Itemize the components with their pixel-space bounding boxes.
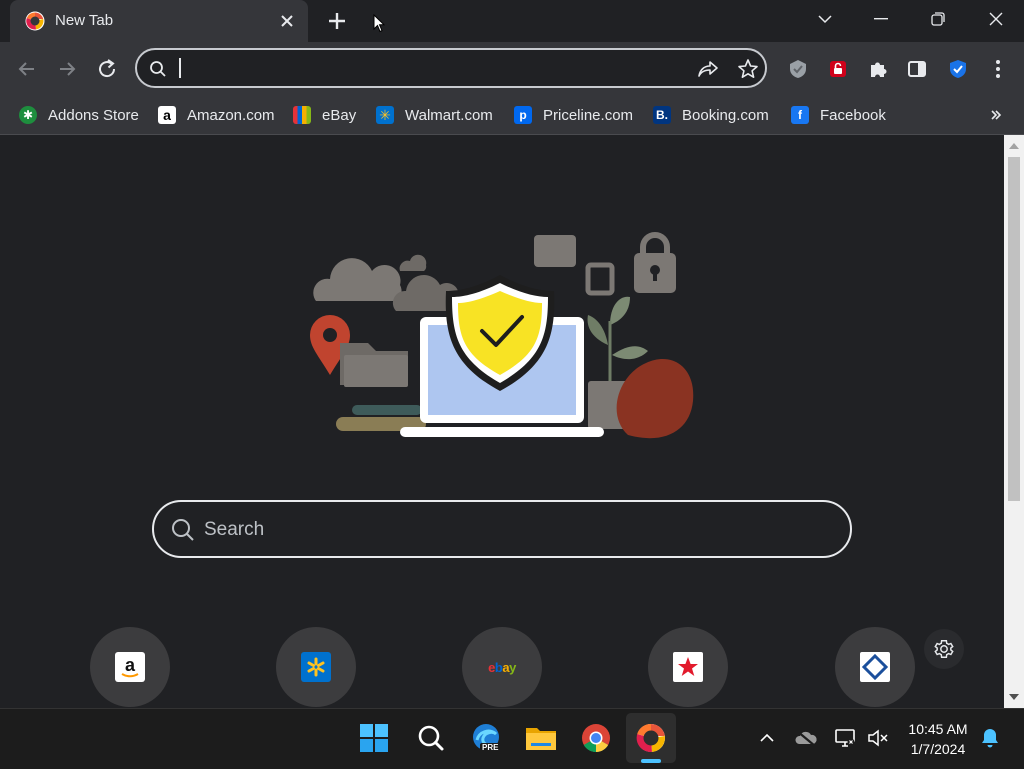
title-bar: New Tab [0, 0, 1024, 42]
more-menu-icon[interactable] [985, 56, 1011, 82]
amazon-icon: a [158, 106, 176, 124]
bookmarks-overflow-chevron-icon[interactable] [990, 104, 1002, 126]
walmart-logo-icon [301, 652, 331, 682]
settings-gear-icon[interactable] [924, 629, 964, 669]
diamond-logo-icon [860, 652, 890, 682]
taskbar-search-icon[interactable] [414, 721, 448, 755]
bookmark-label: Addons Store [48, 106, 139, 124]
show-hidden-icons-chevron-icon[interactable] [750, 721, 784, 755]
text-caret [179, 58, 181, 78]
extensions-puzzle-icon[interactable] [865, 56, 891, 82]
reload-icon[interactable] [94, 56, 120, 82]
bookmark-amazon[interactable]: a Amazon.com [158, 104, 275, 126]
bookmark-walmart[interactable]: ✳ Walmart.com [376, 104, 493, 126]
edge-pre-badge: PRE [480, 743, 501, 752]
priceline-icon: p [514, 106, 532, 124]
bookmarks-bar: ✱ Addons Store a Amazon.com eBay ✳ Walma… [0, 96, 1024, 135]
close-tab-icon[interactable] [278, 12, 296, 30]
security-illustration [310, 232, 694, 439]
search-icon [150, 61, 166, 77]
amazon-logo-icon: a [115, 652, 145, 682]
bookmark-ebay[interactable]: eBay [293, 104, 356, 126]
back-icon[interactable] [14, 56, 40, 82]
search-box[interactable]: Search [152, 500, 852, 558]
active-app-indicator [641, 759, 661, 763]
shortcut-tile-ebay[interactable]: ebay [462, 627, 542, 707]
walmart-icon: ✳ [376, 106, 394, 124]
bookmark-facebook[interactable]: f Facebook [791, 104, 886, 126]
svg-text:a: a [125, 655, 136, 675]
scroll-down-arrow-icon[interactable] [1009, 693, 1019, 701]
tab-search-dropdown-icon[interactable] [810, 6, 840, 32]
bookmark-label: Facebook [820, 106, 886, 124]
close-window-icon[interactable] [981, 6, 1011, 32]
ebay-icon [293, 106, 311, 124]
new-tab-page: Search a ebay [0, 135, 1004, 708]
share-icon[interactable] [697, 59, 719, 79]
cloud-icon [313, 254, 459, 311]
minimize-icon[interactable] [866, 6, 896, 32]
padlock-icon [634, 232, 676, 293]
booking-icon: B. [653, 106, 671, 124]
bookmark-addons-store[interactable]: ✱ Addons Store [19, 104, 139, 126]
shield-extension-icon[interactable] [785, 56, 811, 82]
mouse-cursor-icon [373, 14, 385, 33]
bookmark-label: eBay [322, 106, 357, 124]
current-browser-icon[interactable] [634, 721, 668, 755]
browser-favicon-icon [25, 11, 45, 31]
bookmark-label: Priceline.com [543, 106, 634, 124]
tab-new-tab[interactable]: New Tab [10, 0, 308, 42]
bookmark-star-icon[interactable] [737, 58, 759, 80]
edge-preview-icon[interactable]: PRE [470, 721, 504, 755]
shortcut-tile-amazon[interactable]: a [90, 627, 170, 707]
notification-bell-icon[interactable] [973, 721, 1007, 755]
bookmark-label: Amazon.com [187, 106, 275, 124]
clock-date: 1/7/2024 [910, 741, 966, 757]
browser-toolbar [0, 42, 1024, 96]
scroll-up-arrow-icon[interactable] [1009, 142, 1019, 150]
bookmark-priceline[interactable]: p Priceline.com [514, 104, 633, 126]
windows-taskbar: PRE 10:45 AM 1/7/2024 [0, 708, 1024, 769]
facebook-icon: f [791, 106, 809, 124]
address-input[interactable] [177, 56, 681, 82]
macys-star-logo-icon [673, 652, 703, 682]
bookmark-label: Booking.com [682, 106, 769, 124]
tab-title: New Tab [55, 12, 114, 29]
windows-start-icon[interactable] [357, 721, 391, 755]
security-check-extension-icon[interactable] [945, 56, 971, 82]
shortcut-tile-walmart[interactable] [276, 627, 356, 707]
search-icon [172, 519, 194, 541]
ebay-logo-icon: ebay [488, 659, 516, 675]
lock-extension-icon[interactable] [825, 56, 851, 82]
clock-time: 10:45 AM [908, 721, 968, 737]
restore-icon[interactable] [923, 6, 953, 32]
address-bar[interactable] [135, 48, 767, 88]
bookmark-booking[interactable]: B. Booking.com [653, 104, 769, 126]
shortcut-tile-macys[interactable] [648, 627, 728, 707]
forward-icon[interactable] [54, 56, 80, 82]
scroll-thumb[interactable] [1008, 157, 1020, 501]
shortcut-tile-diamond[interactable] [835, 627, 915, 707]
onedrive-offline-icon[interactable] [789, 721, 823, 755]
folder-icon [340, 343, 408, 387]
search-placeholder: Search [204, 519, 265, 540]
bookmark-label: Walmart.com [405, 106, 493, 124]
side-panel-icon[interactable] [904, 56, 930, 82]
system-clock[interactable]: 10:45 AM 1/7/2024 [896, 719, 980, 759]
file-explorer-icon[interactable] [524, 721, 558, 755]
network-display-icon[interactable] [828, 721, 862, 755]
page-scrollbar[interactable] [1004, 135, 1024, 708]
volume-muted-icon[interactable] [861, 721, 895, 755]
chrome-icon[interactable] [579, 721, 613, 755]
addons-store-icon: ✱ [19, 106, 37, 124]
new-tab-button[interactable] [326, 10, 348, 32]
